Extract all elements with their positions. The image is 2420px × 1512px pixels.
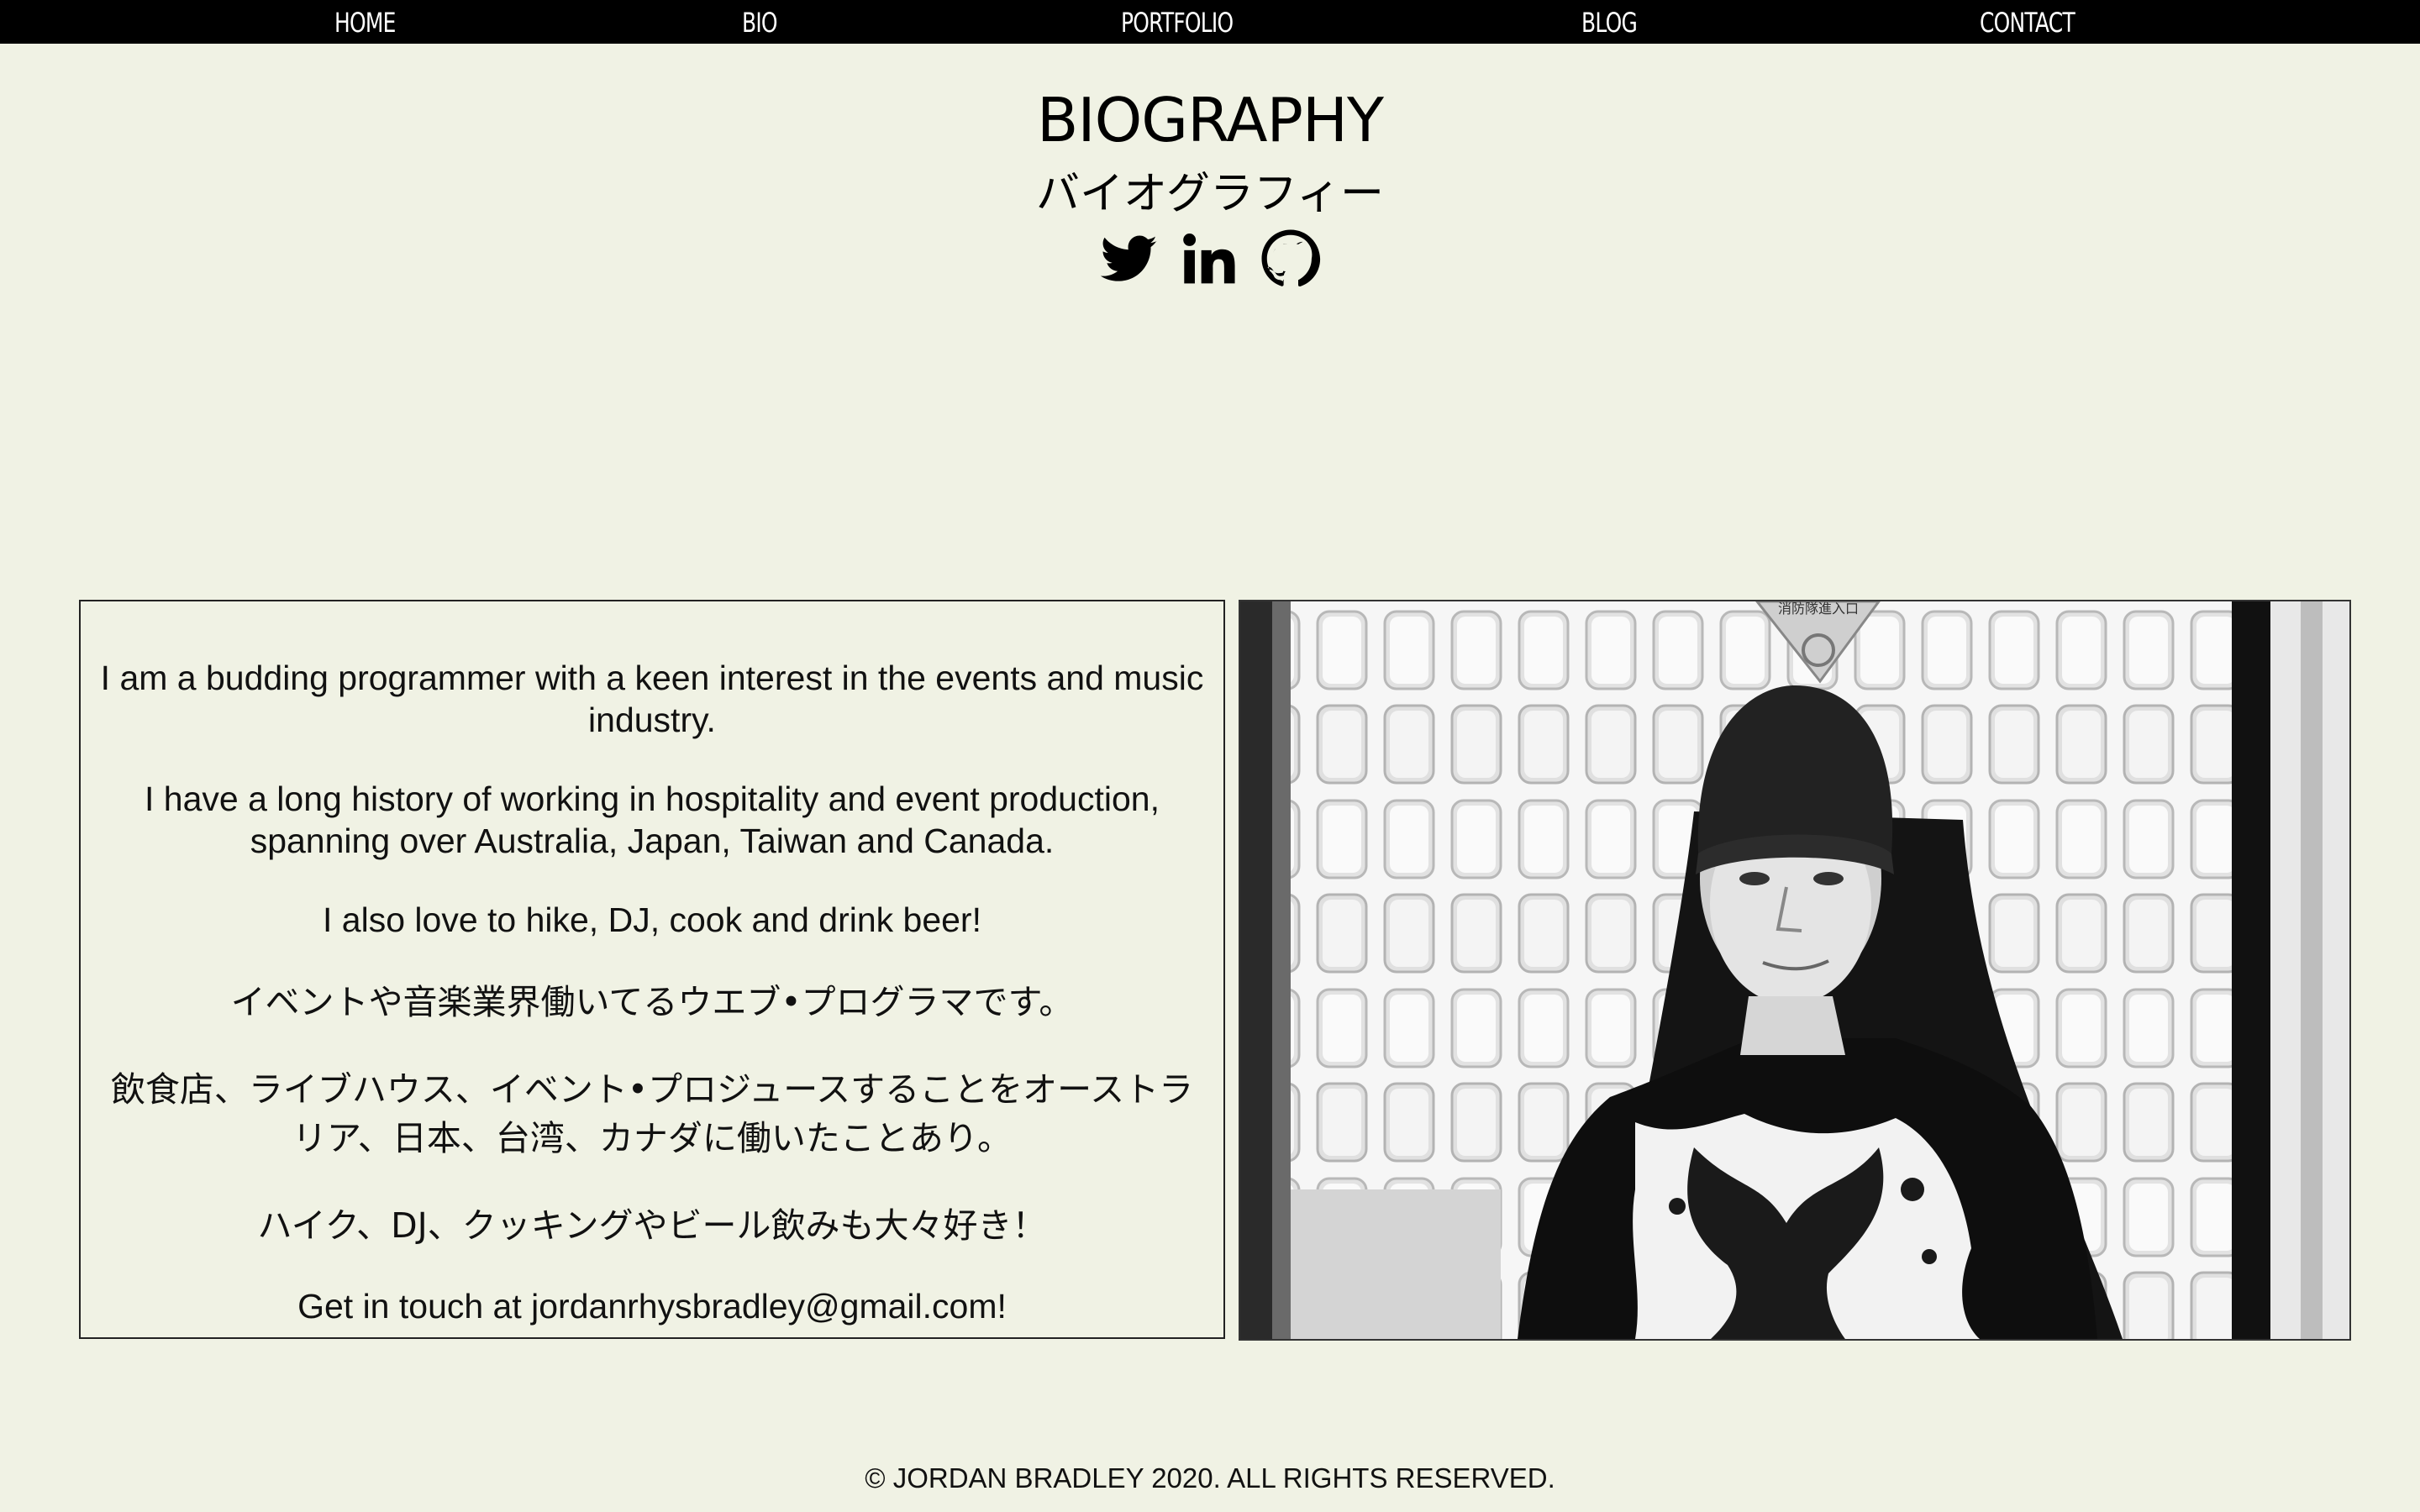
bio-paragraph-jp-hobbies: ハイク、DJ、クッキングやビール飲みも大々好き！ <box>257 1205 1047 1246</box>
linkedin-icon[interactable] <box>1181 228 1237 289</box>
top-nav: HOME BIO PORTFOLIO BLOG CONTACT <box>0 0 2420 44</box>
bio-text-box: I am a budding programmer with a keen in… <box>79 600 1225 1339</box>
nav-blog[interactable]: BLOG <box>1581 0 1638 44</box>
bio-paragraph-hobbies: I also love to hike, DJ, cook and drink … <box>323 900 981 939</box>
nav-portfolio[interactable]: PORTFOLIO <box>1121 0 1234 44</box>
nav-contact[interactable]: CONTACT <box>1980 0 2075 44</box>
contact-email-text: Get in touch at jordanrhysbradley@gmail.… <box>297 1287 1007 1326</box>
photo-sign-text: 消防隊進入口 <box>1778 601 1859 617</box>
bio-paragraph-history: I have a long history of working in hosp… <box>145 780 1160 860</box>
bio-paragraph-jp-programmer: イベントや音楽業界働いてるウエブ•プログラマです。 <box>230 982 1074 1022</box>
bio-paragraph-programmer: I am a budding programmer with a keen in… <box>100 659 1204 739</box>
page-title: BIOGRAPHY <box>1037 85 1384 155</box>
twitter-icon[interactable] <box>1101 228 1158 289</box>
footer-copyright: © JORDAN BRADLEY 2020. ALL RIGHTS RESERV… <box>865 1462 1555 1494</box>
bio-paragraph-jp-history: 飲食店、ライブハウス、イベント•プロジュースすることをオーストラリア、日本、台湾… <box>110 1069 1194 1158</box>
nav-bio[interactable]: BIO <box>742 0 778 44</box>
github-icon[interactable] <box>1260 228 1321 289</box>
nav-home[interactable]: HOME <box>334 0 396 44</box>
profile-photo: 消防隊進入口 <box>1239 600 2351 1341</box>
page-subtitle: バイオグラフィー <box>1036 169 1384 219</box>
